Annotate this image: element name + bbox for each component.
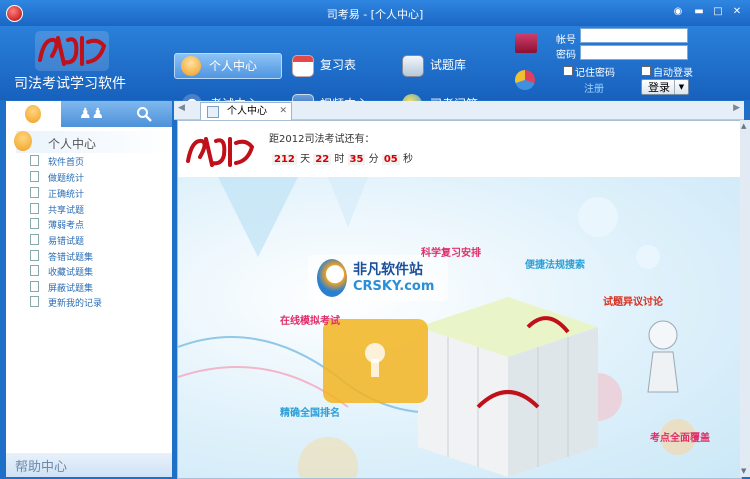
tab-community[interactable]: ♟♟	[61, 101, 116, 127]
watermark: 非凡软件站 CRSKY.com	[311, 257, 451, 301]
page-icon	[207, 106, 219, 118]
sidebar-item-home[interactable]: 软件首页	[30, 155, 84, 170]
people-icon: ♟♟	[79, 106, 105, 122]
sidebar-item-wrong-answers[interactable]: 答错试题集	[30, 250, 93, 265]
callout-law-search: 便捷法规搜索	[525, 260, 585, 271]
tab-personal-center[interactable]: 个人中心 ✕	[200, 102, 292, 120]
close-tab-icon[interactable]: ✕	[279, 103, 287, 120]
countdown-hours: 22	[313, 154, 332, 165]
tab-search[interactable]	[116, 101, 171, 127]
callout-national-ranking: 精确全国排名	[280, 408, 340, 419]
help-center[interactable]: 帮助中心	[6, 453, 172, 477]
countdown-minutes: 35	[347, 154, 366, 165]
sidebar-item-shared-questions[interactable]: 共享试题	[30, 203, 84, 218]
scroll-up-icon[interactable]: ▲	[741, 122, 746, 130]
close-button[interactable]: ✕	[731, 6, 743, 18]
tab-personal[interactable]	[6, 101, 61, 127]
auto-login-label: 自动登录	[653, 68, 693, 79]
document-icon	[30, 218, 39, 229]
register-link[interactable]: 注册	[584, 80, 604, 95]
sidebar-item-update-records[interactable]: 更新我的记录	[30, 296, 102, 311]
account-input[interactable]	[580, 28, 688, 43]
countdown-timer: 212 天 22 时 35 分 05 秒	[272, 154, 413, 165]
sidebar-tabs: ♟♟	[6, 101, 172, 127]
chevron-down-icon[interactable]: ▼	[674, 80, 688, 94]
person-icon	[181, 56, 201, 76]
callout-review-plan: 科学复习安排	[421, 248, 481, 259]
person-icon	[14, 131, 32, 151]
search-icon	[137, 107, 152, 122]
pie-chart-icon[interactable]	[515, 70, 535, 90]
callout-full-coverage: 考点全面覆盖	[650, 433, 710, 444]
minimize-button[interactable]: ▬	[693, 6, 705, 18]
sidebar-item-error-prone[interactable]: 易错试题	[30, 234, 84, 249]
nav-personal-center[interactable]: 个人中心	[174, 53, 282, 79]
nav-question-bank[interactable]: 试题库	[396, 53, 506, 77]
skin-icon[interactable]: ◉	[672, 6, 684, 18]
sidebar-item-favorites[interactable]: 收藏试题集	[30, 265, 93, 280]
document-icon	[30, 265, 39, 276]
auto-login-checkbox[interactable]	[641, 66, 651, 76]
calendar-icon	[292, 55, 314, 77]
document-icon	[30, 281, 39, 292]
sidebar: ♟♟ 个人中心 软件首页 做题统计 正确统计 共享试题 薄弱考点 易错试题 答错…	[6, 101, 172, 477]
document-icon	[30, 296, 39, 307]
countdown-seconds: 05	[381, 154, 400, 165]
scroll-left-icon[interactable]: ◀	[178, 103, 185, 113]
callout-question-discussion: 试题异议讨论	[603, 297, 663, 308]
sidebar-item-blocked[interactable]: 屏蔽试题集	[30, 281, 93, 296]
database-icon	[402, 55, 424, 77]
document-icon	[30, 171, 39, 182]
sidebar-header[interactable]: 个人中心	[14, 131, 172, 153]
password-input[interactable]	[580, 45, 688, 60]
feature-banner: 非凡软件站 CRSKY.com 科学复习安排 便捷法规搜索 试题异议讨论 在线模…	[178, 177, 741, 478]
password-label: 密码	[556, 50, 576, 61]
remember-password-label: 记住密码	[575, 68, 615, 79]
window-title: 司考易 - [个人中心]	[326, 8, 424, 21]
countdown-title: 距2012司法考试还有：	[269, 134, 375, 145]
sidebar-item-weak-points[interactable]: 薄弱考点	[30, 218, 84, 233]
account-label: 帐号	[556, 35, 576, 46]
document-icon	[30, 234, 39, 245]
scroll-right-icon[interactable]: ▶	[733, 103, 740, 113]
content-panel: 距2012司法考试还有： 212 天 22 时 35 分 05 秒 非凡软件站 …	[177, 120, 742, 479]
nav-review-schedule[interactable]: 复习表	[286, 53, 396, 77]
person-icon	[25, 105, 41, 123]
scroll-down-icon[interactable]: ▼	[741, 467, 746, 475]
callout-online-mock-exam: 在线模拟考试	[280, 316, 340, 327]
countdown-days: 212	[272, 154, 297, 165]
header: 司法考试学习软件 个人中心 复习表 试题库 考试中心 视频中心 司考问答 帐号 …	[0, 26, 750, 116]
title-bar: 司考易 - [个人中心] ◉ ▬ □ ✕	[0, 0, 750, 26]
document-icon	[30, 250, 39, 261]
app-name: 司法考试学习软件	[14, 76, 126, 92]
sidebar-item-correct-stats[interactable]: 正确统计	[30, 187, 84, 202]
brand-logo	[186, 137, 255, 167]
watermark-logo	[317, 259, 347, 297]
document-icon	[30, 187, 39, 198]
document-icon	[30, 203, 39, 214]
notebook-icon[interactable]	[515, 33, 537, 53]
vertical-scrollbar[interactable]: ▲ ▼	[740, 120, 750, 477]
maximize-button[interactable]: □	[712, 6, 724, 18]
remember-password-checkbox[interactable]	[563, 66, 573, 76]
sidebar-item-practice-stats[interactable]: 做题统计	[30, 171, 84, 186]
document-icon	[30, 155, 39, 166]
brand-logo	[35, 31, 109, 71]
login-button[interactable]: 登录 ▼	[641, 79, 689, 95]
